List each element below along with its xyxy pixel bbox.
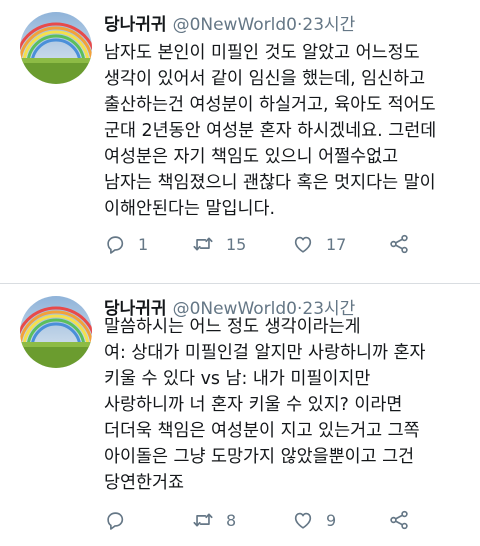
share-button[interactable]	[388, 230, 410, 258]
display-name[interactable]: 당나귀귀	[104, 15, 167, 35]
tweet-text-line: 사랑하니까 너 혼자 키울 수 있지? 이라면	[104, 395, 403, 415]
tweet-actions: 8 9	[104, 506, 424, 534]
tweet-text: 남자도 본인이 미필인 것도 알았고 어느정도 생각이 있어서 같이 임신을 했…	[104, 40, 470, 222]
user-handle[interactable]: @0NewWorld0	[173, 15, 297, 35]
tweet-text-line: 여성분은 자기 책임도 있으니 어쩔수없고	[104, 147, 399, 167]
tweet-text-line: 당연한거죠	[104, 473, 184, 493]
avatar[interactable]	[20, 12, 92, 84]
reply-icon	[107, 236, 124, 254]
tweet-text-line: 남자는 책임졌으니 괜찮다 혹은 멋지다는 말이	[104, 173, 436, 193]
avatar-image	[20, 296, 92, 368]
retweet-icon	[193, 237, 213, 251]
retweet-count: 8	[226, 510, 237, 530]
tweet-text-line: 말씀하시는 어느 정도 생각이라는게	[104, 317, 361, 337]
reply-count: 1	[138, 234, 149, 254]
tweet-actions: 1 15 17	[104, 230, 424, 258]
timestamp[interactable]: 23시간	[302, 15, 355, 35]
tweet[interactable]: 당나귀귀 @0NewWorld0·23시간 말씀하시는 어느 정도 생각이라는게 …	[0, 284, 480, 546]
like-button[interactable]: 9	[292, 506, 336, 534]
tweet-text-line: 이해안된다는 말입니다.	[104, 199, 276, 219]
tweet-header: 당나귀귀 @0NewWorld0·23시간	[104, 12, 355, 38]
avatar[interactable]	[20, 296, 92, 368]
tweet-text-line: 아이돌은 그냥 도망가지 않았을뿐이고 그건	[104, 447, 415, 467]
like-icon	[294, 236, 312, 253]
tweet-text-line: 남자도 본인이 미필인 것도 알았고 어느정도	[104, 43, 420, 63]
retweet-button[interactable]: 8	[192, 506, 236, 534]
retweet-icon	[193, 513, 213, 527]
like-icon	[294, 512, 312, 529]
tweet-text-line: 생각이 있어서 같이 임신을 했는데, 임신하고	[104, 69, 426, 89]
share-icon	[390, 234, 408, 254]
reply-button[interactable]: 1	[104, 230, 148, 258]
like-button[interactable]: 17	[292, 230, 346, 258]
tweet-text-line: 더더욱 책임은 여성분이 지고 있는거고 그쪽	[104, 421, 420, 441]
like-count: 9	[326, 510, 337, 530]
tweet-text-line: 군대 2년동안 여성분 혼자 하시겠네요. 그런데	[104, 121, 437, 141]
like-count: 17	[326, 234, 347, 254]
share-icon	[390, 510, 408, 530]
avatar-image	[20, 12, 92, 84]
tweet-text-line: 여: 상대가 미필인걸 알지만 사랑하니까 혼자	[104, 343, 426, 363]
retweet-count: 15	[226, 234, 247, 254]
reply-button[interactable]	[104, 506, 138, 534]
reply-icon	[107, 512, 124, 530]
tweet-text-line: 출산하는건 여성분이 하실거고, 육아도 적어도	[104, 95, 436, 115]
share-button[interactable]	[388, 506, 410, 534]
tweet-text-line: 키울 수 있다 vs 남: 내가 미필이지만	[104, 369, 371, 389]
tweet[interactable]: 당나귀귀 @0NewWorld0·23시간 남자도 본인이 미필인 것도 알았고 …	[0, 0, 480, 284]
tweet-text: 말씀하시는 어느 정도 생각이라는게 여: 상대가 미필인걸 알지만 사랑하니까…	[104, 314, 470, 496]
retweet-button[interactable]: 15	[192, 230, 246, 258]
